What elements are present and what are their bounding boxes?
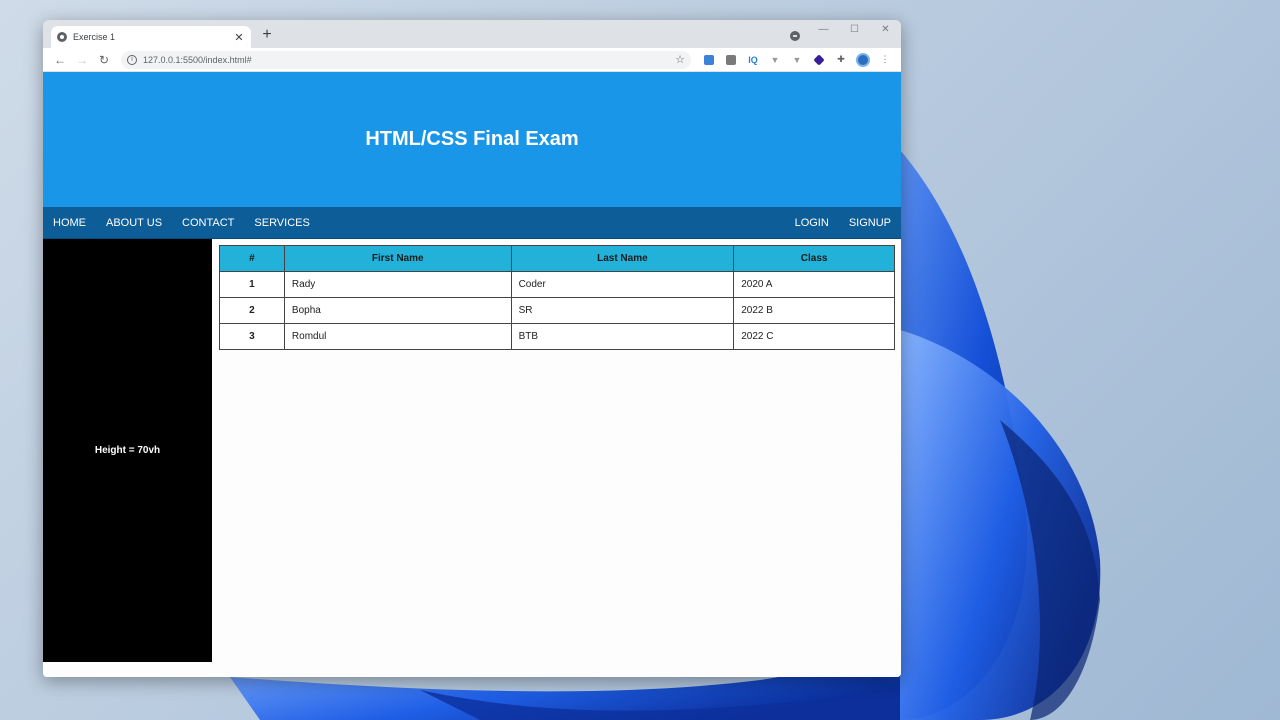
reload-icon[interactable]: ↻	[93, 53, 115, 67]
student-table: # First Name Last Name Class 1 Rady Code…	[219, 245, 895, 350]
cell-class: 2022 C	[733, 323, 895, 350]
new-tab-button[interactable]: +	[259, 26, 275, 44]
extension-icon-5[interactable]	[809, 53, 829, 67]
cell-first-name: Bopha	[283, 297, 512, 324]
column-header-class: Class	[733, 245, 895, 272]
nav-contact[interactable]: CONTACT	[172, 217, 244, 229]
table-row: 3 Romdul BTB 2022 C	[219, 323, 895, 350]
column-header-last-name: Last Name	[510, 245, 735, 272]
bookmark-star-icon[interactable]: ☆	[675, 53, 685, 66]
table-row: 2 Bopha SR 2022 B	[219, 297, 895, 324]
page-title: HTML/CSS Final Exam	[365, 128, 579, 150]
table-header-row: # First Name Last Name Class	[219, 245, 895, 272]
cell-class: 2022 B	[733, 297, 895, 324]
maximize-button[interactable]: ☐	[839, 20, 870, 40]
globe-icon	[57, 32, 67, 42]
nav-about-us[interactable]: ABOUT US	[96, 217, 172, 229]
site-info-icon[interactable]: i	[127, 54, 137, 65]
extension-vue-devtools-icon[interactable]: ▼	[787, 53, 807, 67]
tab-title: Exercise 1	[73, 32, 116, 42]
cell-number: 2	[219, 297, 285, 324]
browser-tab[interactable]: Exercise 1 ✕	[51, 26, 251, 48]
forward-arrow-icon[interactable]: →	[71, 53, 93, 67]
column-header-first-name: First Name	[283, 245, 512, 272]
cell-number: 1	[219, 271, 285, 298]
column-header-number: #	[219, 245, 285, 272]
browser-toolbar: ← → ↻ i 127.0.0.1:5500/index.html# ☆ IQ …	[43, 48, 901, 72]
close-tab-icon[interactable]: ✕	[233, 31, 245, 44]
cell-class: 2020 A	[733, 271, 895, 298]
extension-vue-icon[interactable]: ▼	[765, 53, 785, 67]
extension-iq-icon[interactable]: IQ	[743, 53, 763, 67]
main-content: # First Name Last Name Class 1 Rady Code…	[212, 239, 901, 662]
puzzle-icon[interactable]: ✚	[831, 53, 851, 67]
address-bar[interactable]: i 127.0.0.1:5500/index.html# ☆	[121, 50, 691, 69]
page-viewport: HTML/CSS Final Exam HOME ABOUT US CONTAC…	[43, 72, 901, 677]
cell-last-name: Coder	[510, 271, 735, 298]
browser-titlebar: Exercise 1 ✕ + — ☐ ✕	[43, 20, 901, 48]
sidebar-text: Height = 70vh	[94, 445, 161, 456]
cell-number: 3	[219, 323, 285, 350]
minimize-button[interactable]: —	[808, 20, 839, 40]
window-controls: — ☐ ✕	[808, 20, 901, 40]
cell-last-name: BTB	[510, 323, 735, 350]
sidebar: Height = 70vh	[43, 239, 212, 662]
content-area: Height = 70vh # First Name Last Name Cla…	[43, 239, 901, 662]
page-header: HTML/CSS Final Exam	[43, 72, 901, 207]
nav-bar: HOME ABOUT US CONTACT SERVICES LOGIN SIG…	[43, 207, 901, 239]
menu-kebab-icon[interactable]: ⋮	[875, 53, 895, 67]
browser-window: Exercise 1 ✕ + — ☐ ✕ ← → ↻ i 127.0.0.1:5…	[43, 20, 901, 677]
nav-services[interactable]: SERVICES	[244, 217, 319, 229]
extension-icon-1[interactable]	[699, 53, 719, 67]
back-arrow-icon[interactable]: ←	[49, 53, 71, 67]
url-text[interactable]: 127.0.0.1:5500/index.html#	[143, 55, 675, 65]
nav-signup[interactable]: SIGNUP	[839, 217, 901, 229]
table-row: 1 Rady Coder 2020 A	[219, 271, 895, 298]
close-window-button[interactable]: ✕	[870, 20, 901, 40]
extension-icon-2[interactable]	[721, 53, 741, 67]
nav-home[interactable]: HOME	[43, 217, 96, 229]
profile-avatar[interactable]	[853, 52, 873, 67]
cell-first-name: Romdul	[283, 323, 512, 350]
cell-first-name: Rady	[283, 271, 512, 298]
cell-last-name: SR	[510, 297, 735, 324]
nav-login[interactable]: LOGIN	[785, 217, 839, 229]
tab-search-icon[interactable]	[790, 31, 800, 41]
